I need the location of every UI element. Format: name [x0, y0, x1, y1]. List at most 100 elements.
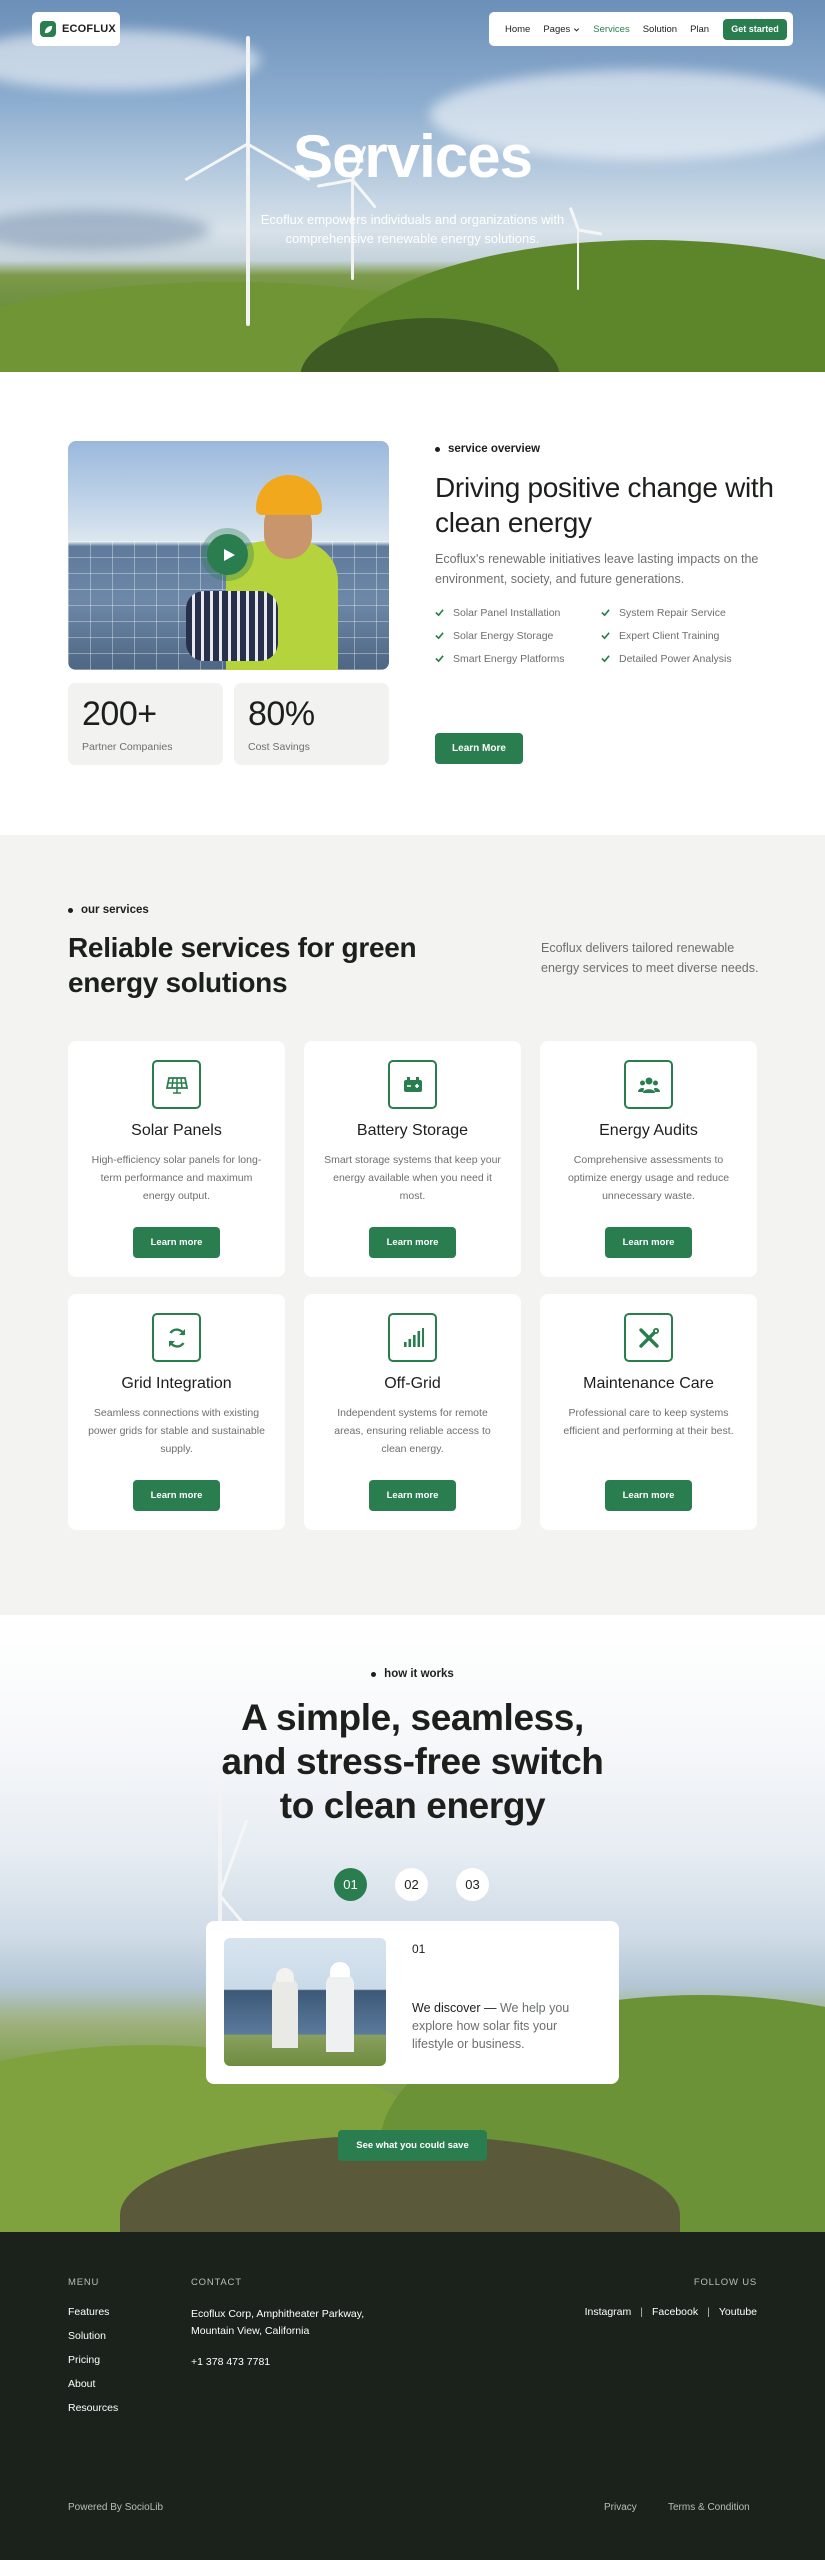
- eyebrow-label: service overview: [448, 443, 541, 455]
- feature-label: System Repair Service: [619, 606, 726, 619]
- social-link-youtube[interactable]: Youtube: [719, 2306, 757, 2318]
- bullet-dot: [435, 446, 440, 452]
- bullet-dot: [371, 1671, 377, 1677]
- brand-logo[interactable]: ECOFLUX: [32, 12, 120, 46]
- services-section: our services Reliable services for green…: [0, 835, 825, 1615]
- social-links: Instagram | Facebook | Youtube: [585, 2306, 757, 2318]
- step-card: 01 We discover — We help you explore how…: [206, 1921, 619, 2084]
- section-eyebrow: our services: [68, 904, 149, 916]
- eyebrow-label: how it works: [384, 1668, 454, 1680]
- stat-label: Cost Savings: [248, 741, 310, 753]
- hero-subtitle: Ecoflux empowers individuals and organiz…: [260, 212, 565, 246]
- list-item: Smart Energy Platforms: [435, 647, 564, 670]
- bullet-dot: [68, 907, 73, 913]
- nav-item-plan[interactable]: Plan: [690, 24, 709, 35]
- step-tab-03[interactable]: 03: [456, 1868, 489, 1901]
- service-text: High-efficiency solar panels for long-te…: [91, 1154, 262, 1202]
- worker-video-thumbnail[interactable]: [68, 441, 389, 670]
- nav-item-home[interactable]: Home: [505, 24, 530, 35]
- service-card: Grid Integration Seamless connections wi…: [68, 1294, 285, 1530]
- users-icon: [624, 1060, 673, 1109]
- service-text: Independent systems for remote areas, en…: [334, 1407, 491, 1455]
- step-number: 01: [412, 1942, 426, 1956]
- worker-shirt: [186, 591, 278, 661]
- service-title: Grid Integration: [121, 1375, 232, 1392]
- step-tab-02[interactable]: 02: [395, 1868, 428, 1901]
- check-icon: [601, 609, 610, 617]
- check-icon: [435, 609, 444, 617]
- social-link-instagram[interactable]: Instagram: [585, 2306, 632, 2318]
- nav-item-pages[interactable]: Pages: [543, 24, 580, 35]
- services-title: Reliable services for green energy solut…: [68, 932, 417, 998]
- leaf-icon: [40, 21, 56, 37]
- nav-label: Pages: [543, 23, 571, 35]
- hero-section: ECOFLUX Home Pages Services Solution Pla…: [0, 0, 825, 372]
- how-it-works-section: how it works A simple, seamless, and str…: [0, 1615, 825, 2232]
- feature-label: Detailed Power Analysis: [619, 652, 732, 665]
- stat-card: 80% Cost Savings: [234, 683, 389, 765]
- solar-panel-icon: [152, 1060, 201, 1109]
- learn-more-button[interactable]: Learn more: [605, 1227, 692, 1258]
- footer-phone[interactable]: +1 378 473 7781: [191, 2356, 270, 2368]
- social-link-facebook[interactable]: Facebook: [652, 2306, 698, 2318]
- footer-menu: Features Solution Pricing About Resource…: [68, 2306, 118, 2426]
- service-text: Professional care to keep systems effici…: [563, 1407, 734, 1437]
- nav-label: Services: [593, 23, 630, 35]
- title-line: to clean energy: [279, 1785, 546, 1826]
- nav-item-solution[interactable]: Solution: [643, 24, 677, 35]
- engineer-figure: [272, 1978, 298, 2048]
- step-lead: We discover —: [412, 2001, 497, 2015]
- see-savings-button[interactable]: See what you could save: [338, 2130, 487, 2161]
- main-nav: Home Pages Services Solution Plan Get st…: [489, 12, 793, 46]
- learn-more-button[interactable]: Learn more: [605, 1480, 692, 1511]
- learn-more-button[interactable]: Learn more: [369, 1480, 456, 1511]
- learn-more-button[interactable]: Learn More: [435, 733, 523, 764]
- play-icon: [224, 548, 235, 561]
- stat-value: 200+: [82, 695, 157, 733]
- signal-bars-icon: [388, 1313, 437, 1362]
- service-title: Battery Storage: [356, 1122, 469, 1139]
- service-card: Energy Audits Comprehensive assessments …: [540, 1041, 757, 1277]
- learn-more-button[interactable]: Learn more: [369, 1227, 456, 1258]
- feature-label: Expert Client Training: [619, 629, 720, 642]
- hard-hat: [330, 1962, 350, 1977]
- brand-name: ECOFLUX: [62, 23, 116, 35]
- service-card: Solar Panels High-efficiency solar panel…: [68, 1041, 285, 1277]
- services-page: ECOFLUX Home Pages Services Solution Pla…: [0, 0, 825, 2560]
- learn-more-button[interactable]: Learn more: [133, 1480, 220, 1511]
- service-card: Battery Storage Smart storage systems th…: [304, 1041, 521, 1277]
- overview-title: Driving positive change with clean energ…: [435, 472, 774, 538]
- nav-label: Solution: [642, 23, 678, 35]
- list-item: Solar Panel Installation: [435, 601, 564, 624]
- footer-link[interactable]: Resources: [68, 2402, 118, 2426]
- step-tab-01[interactable]: 01: [334, 1868, 367, 1901]
- footer-link[interactable]: About: [68, 2378, 118, 2402]
- footer-link[interactable]: Solution: [68, 2330, 118, 2354]
- divider: |: [640, 2306, 643, 2318]
- footer-link[interactable]: Pricing: [68, 2354, 118, 2378]
- learn-more-button[interactable]: Learn more: [133, 1227, 220, 1258]
- check-icon: [601, 632, 610, 640]
- powered-by[interactable]: Powered By SocioLib: [68, 2502, 163, 2513]
- footer: MENU Features Solution Pricing About Res…: [0, 2232, 825, 2560]
- list-item: Solar Energy Storage: [435, 624, 564, 647]
- list-item: Expert Client Training: [601, 624, 732, 647]
- hard-hat: [256, 475, 322, 515]
- stat-card: 200+ Partner Companies: [68, 683, 223, 765]
- step-description: We discover — We help you explore how so…: [412, 1999, 597, 2053]
- play-button[interactable]: [207, 534, 248, 575]
- nav-item-services[interactable]: Services: [593, 24, 629, 35]
- terms-link[interactable]: Terms & Condition: [668, 2502, 750, 2513]
- title-line: A simple, seamless,: [241, 1697, 584, 1738]
- footer-link[interactable]: Features: [68, 2306, 118, 2330]
- sync-icon: [152, 1313, 201, 1362]
- service-text: Comprehensive assessments to optimize en…: [567, 1154, 730, 1202]
- nav-label: Plan: [690, 23, 710, 35]
- eyebrow-label: our services: [81, 904, 149, 916]
- footer-address: Ecoflux Corp, Amphitheater Parkway, Moun…: [191, 2308, 365, 2337]
- list-item: Detailed Power Analysis: [601, 647, 732, 670]
- nav-label: Home: [505, 23, 531, 35]
- tools-icon: [624, 1313, 673, 1362]
- get-started-button[interactable]: Get started: [723, 18, 787, 40]
- privacy-link[interactable]: Privacy: [604, 2502, 637, 2513]
